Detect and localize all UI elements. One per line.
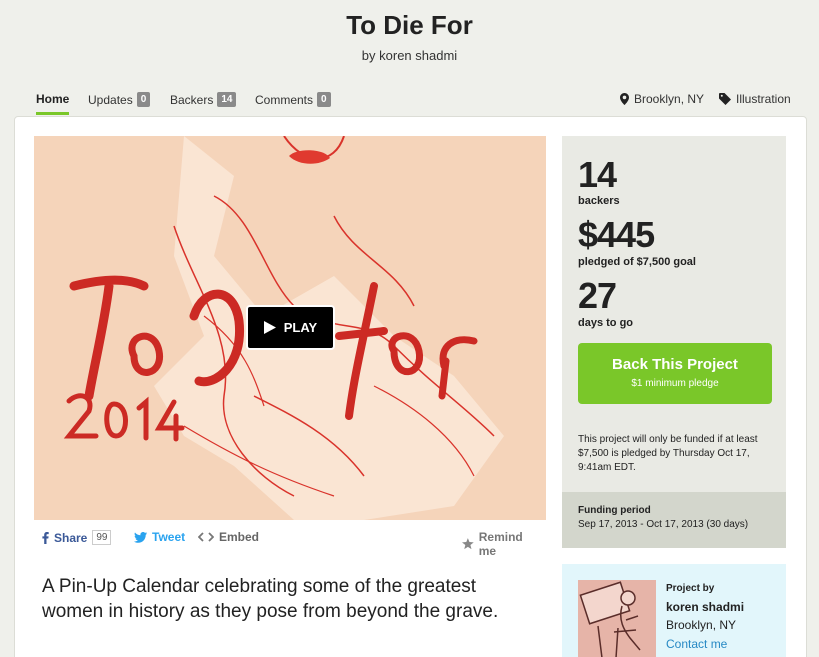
project-blurb: A Pin-Up Calendar celebrating some of th… (42, 576, 499, 622)
remind-me-label: Remind me (478, 530, 523, 558)
tab-comments-label: Comments (255, 92, 314, 107)
project-by-label: Project by (666, 583, 715, 594)
funding-note: This project will only be funded if at l… (578, 434, 758, 473)
creator-name[interactable]: koren shadmi (666, 600, 744, 614)
backers-count-badge: 14 (217, 92, 237, 107)
tab-backers-label: Backers (170, 92, 214, 107)
backers-count: 14 (578, 154, 617, 195)
share-count: 99 (92, 530, 112, 545)
code-brackets-icon (198, 532, 214, 542)
location-label: Brooklyn, NY (634, 92, 705, 106)
embed-label: Embed (219, 530, 260, 544)
twitter-bird-icon (134, 531, 147, 543)
tab-home-label: Home (36, 92, 70, 106)
tab-backers[interactable]: Backers 14 (170, 92, 237, 107)
remind-me-button[interactable]: Remind me (462, 530, 542, 558)
days-label: days to go (578, 317, 634, 329)
tab-updates-label: Updates (88, 92, 133, 107)
facebook-icon (42, 531, 49, 544)
creator-card: Project by koren shadmi Brooklyn, NY Con… (562, 564, 786, 657)
project-nav: Home Updates 0 Backers 14 Comments 0 Bro… (36, 90, 791, 116)
creator-location: Brooklyn, NY (666, 618, 737, 632)
tweet-label: Tweet (152, 530, 186, 544)
play-button[interactable]: PLAY (246, 305, 335, 350)
project-title: To Die For (346, 10, 473, 40)
funding-period-dates: Sep 17, 2013 - Oct 17, 2013 (30 days) (578, 519, 749, 530)
location-pin-icon (620, 93, 629, 105)
category-label: Illustration (736, 92, 791, 106)
funding-period-box: Funding period Sep 17, 2013 - Oct 17, 20… (562, 492, 786, 548)
comments-count-badge: 0 (317, 92, 331, 107)
play-label: PLAY (283, 320, 318, 335)
stats-panel: 14 backers $445 pledged of $7,500 goal 2… (562, 136, 786, 492)
facebook-share-button[interactable]: Share 99 (42, 530, 112, 545)
tag-icon (719, 93, 731, 105)
tweet-button[interactable]: Tweet (134, 530, 185, 544)
back-project-button[interactable]: Back This Project $1 minimum pledge (578, 343, 772, 404)
active-tab-underline (36, 112, 69, 115)
creator-avatar[interactable] (578, 580, 656, 657)
back-project-label: Back This Project (612, 356, 738, 373)
category-link[interactable]: Illustration (719, 92, 791, 106)
updates-count-badge: 0 (136, 92, 151, 107)
project-byline[interactable]: by koren shadmi (0, 48, 819, 63)
location-link[interactable]: Brooklyn, NY (620, 92, 704, 106)
funding-period-heading: Funding period (578, 505, 651, 516)
tab-updates[interactable]: Updates 0 (88, 92, 151, 107)
backers-label: backers (578, 195, 620, 207)
project-video[interactable]: PLAY (34, 136, 546, 520)
share-bar: Share 99 Tweet Embed Remind me (42, 528, 542, 558)
pledged-label: pledged of $7,500 goal (578, 256, 696, 268)
embed-button[interactable]: Embed (198, 530, 259, 544)
play-icon (263, 321, 276, 334)
creator-drawing (578, 580, 656, 657)
minimum-pledge-label: $1 minimum pledge (631, 378, 719, 389)
contact-me-link[interactable]: Contact me (666, 637, 727, 651)
star-icon (462, 538, 474, 550)
pledged-amount: $445 (578, 214, 655, 255)
tab-comments[interactable]: Comments 0 (255, 92, 331, 107)
tab-home[interactable]: Home (36, 92, 69, 106)
days-count: 27 (578, 275, 617, 316)
share-label: Share (54, 530, 88, 545)
